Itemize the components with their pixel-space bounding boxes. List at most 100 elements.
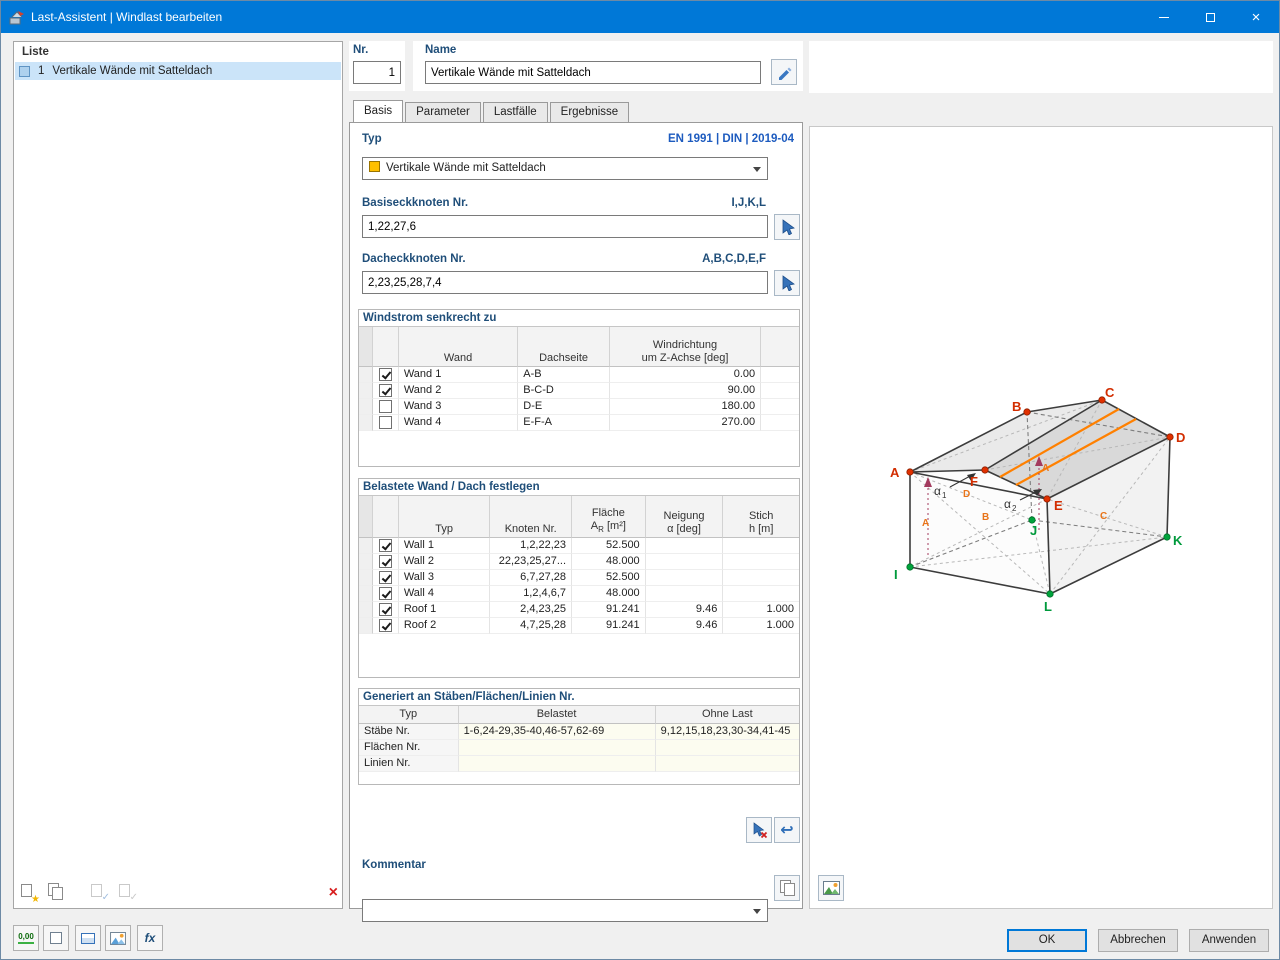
cell-dachseite: D-E — [518, 399, 610, 415]
wind-row-3[interactable]: Wand 3 D-E 180.00 — [359, 399, 799, 415]
node-f — [981, 466, 989, 474]
fx-icon: fx — [144, 931, 156, 945]
wand-4-checkbox[interactable] — [378, 416, 392, 429]
decimal-places-button[interactable]: 0,00 — [13, 925, 39, 951]
cell-neigung — [645, 570, 724, 586]
table-settings-button[interactable] — [75, 925, 101, 951]
face-letter-roof: A — [1042, 463, 1049, 474]
dach-nodes-label: Dacheckknoten Nr. — [362, 253, 466, 265]
name-input[interactable] — [425, 61, 761, 84]
cell-ohne-last: 9,12,15,18,23,30-34,41-45 — [655, 724, 799, 740]
generated-row-linien[interactable]: Linien Nr. — [359, 756, 799, 772]
cell-wand: Wand 4 — [398, 415, 519, 431]
node-label-k: K — [1173, 533, 1183, 548]
basis-nodes-pick-button[interactable] — [774, 214, 800, 240]
node-e — [1043, 495, 1051, 503]
loaded-row-5[interactable]: Roof 1 2,4,23,25 91.241 9.46 1.000 — [359, 602, 799, 618]
copy-entry-button[interactable] — [46, 883, 68, 903]
list-item[interactable]: 1 Vertikale Wände mit Satteldach — [15, 62, 341, 80]
wall-4-checkbox[interactable] — [378, 587, 392, 600]
wall-1-checkbox[interactable] — [378, 539, 392, 552]
wind-section: Windstrom senkrecht zu Wand Dachseite Wi… — [358, 309, 800, 467]
row-selector[interactable] — [359, 570, 373, 586]
nr-input[interactable] — [353, 61, 401, 84]
row-selector[interactable] — [359, 383, 373, 399]
wand-2-checkbox[interactable] — [378, 384, 392, 397]
generated-row-staebe[interactable]: Stäbe Nr. 1-6,24-29,35-40,46-57,62-69 9,… — [359, 724, 799, 740]
alpha2-index: 2 — [1012, 504, 1017, 513]
wind-row-4[interactable]: Wand 4 E-F-A 270.00 — [359, 415, 799, 431]
basis-nodes-input[interactable] — [362, 215, 768, 238]
wall-2-checkbox[interactable] — [378, 555, 392, 568]
col-header-dachseite: Dachseite — [518, 327, 610, 367]
loaded-row-3[interactable]: Wall 3 6,7,27,28 52.500 — [359, 570, 799, 586]
minimize-button[interactable] — [1141, 1, 1187, 33]
graphic-snapshot-button[interactable] — [818, 875, 844, 901]
titlebar[interactable]: Last-Assistent | Windlast bearbeiten × — [1, 1, 1279, 33]
formula-button[interactable]: fx — [137, 925, 163, 951]
wind-row-1[interactable]: Wand 1 A-B 0.00 — [359, 367, 799, 383]
model-3d-view[interactable]: α 1 α 2 A D B C A A B C D E F I J K L — [810, 127, 1272, 908]
node-label-e: E — [1054, 498, 1063, 513]
cell-ohne-last — [655, 756, 799, 772]
tab-basis[interactable]: Basis — [353, 100, 404, 122]
loaded-row-6[interactable]: Roof 2 4,7,25,28 91.241 9.46 1.000 — [359, 618, 799, 634]
cell-typ: Linien Nr. — [359, 756, 459, 772]
tab-parameter[interactable]: Parameter — [405, 102, 481, 122]
node-i — [906, 563, 914, 571]
row-selector[interactable] — [359, 618, 373, 634]
apply-button[interactable]: Anwenden — [1189, 929, 1269, 952]
kommentar-combobox[interactable] — [362, 899, 768, 922]
maximize-button[interactable] — [1187, 1, 1233, 33]
wand-3-checkbox[interactable] — [378, 400, 392, 413]
list-item-label: Vertikale Wände mit Satteldach — [52, 65, 213, 77]
ok-button[interactable]: OK — [1007, 929, 1087, 952]
row-selector[interactable] — [359, 602, 373, 618]
row-selector[interactable] — [359, 554, 373, 570]
tab-strip: Basis Parameter Lastfälle Ergebnisse — [353, 100, 631, 122]
uncheck-entries-button[interactable]: ✓ — [116, 883, 138, 903]
row-selector[interactable] — [359, 367, 373, 383]
loaded-row-1[interactable]: Wall 1 1,2,22,23 52.500 — [359, 538, 799, 554]
col-header-dachseite-text: Dachseite — [539, 352, 589, 364]
tab-lastfaelle[interactable]: Lastfälle — [482, 102, 548, 122]
liste-toolbar: ★ ✓ ✓ × — [18, 882, 338, 905]
check-entries-button[interactable]: ✓ — [88, 883, 110, 903]
revert-selection-button[interactable]: ↩ — [774, 817, 800, 843]
new-entry-button[interactable]: ★ — [18, 883, 40, 905]
loaded-row-4[interactable]: Wall 4 1,2,4,6,7 48.000 — [359, 586, 799, 602]
kommentar-copy-button[interactable] — [774, 875, 800, 901]
alpha1-label: α — [934, 484, 941, 498]
empty-selection-button[interactable] — [43, 925, 69, 951]
liste-panel: Liste 1 Vertikale Wände mit Satteldach ★… — [13, 41, 343, 909]
minimize-icon — [1159, 16, 1169, 18]
graphic-options-button[interactable] — [105, 925, 131, 951]
window-controls: × — [1141, 1, 1279, 33]
roof-1-checkbox[interactable] — [378, 603, 392, 616]
row-selector[interactable] — [359, 586, 373, 602]
generated-row-flaechen[interactable]: Flächen Nr. — [359, 740, 799, 756]
typ-combobox[interactable]: Vertikale Wände mit Satteldach — [362, 157, 768, 180]
undo-arrow-icon: ↩ — [780, 822, 794, 839]
loaded-row-2[interactable]: Wall 2 22,23,25,27... 48.000 — [359, 554, 799, 570]
roof-2-checkbox[interactable] — [378, 619, 392, 632]
rename-button[interactable] — [771, 59, 797, 85]
tab-ergebnisse[interactable]: Ergebnisse — [549, 102, 630, 122]
row-selector[interactable] — [359, 538, 373, 554]
delete-entry-button[interactable]: × — [329, 885, 338, 901]
wind-row-2[interactable]: Wand 2 B-C-D 90.00 — [359, 383, 799, 399]
decimal-places-icon: 0,00 — [18, 932, 34, 944]
wand-1-checkbox[interactable] — [378, 368, 392, 381]
close-button[interactable]: × — [1233, 1, 1279, 33]
cancel-button[interactable]: Abbrechen — [1098, 929, 1178, 952]
row-selector[interactable] — [359, 415, 373, 431]
node-label-f: F — [970, 474, 978, 489]
cell-knoten: 22,23,25,27... — [490, 554, 573, 570]
deselect-objects-button[interactable] — [746, 817, 772, 843]
row-selector[interactable] — [359, 399, 373, 415]
dach-nodes-pick-button[interactable] — [774, 270, 800, 296]
cell-knoten: 1,2,4,6,7 — [490, 586, 573, 602]
col-header-flaeche-line2: AR [m²] — [591, 520, 626, 536]
dach-nodes-input[interactable] — [362, 271, 768, 294]
wall-3-checkbox[interactable] — [378, 571, 392, 584]
